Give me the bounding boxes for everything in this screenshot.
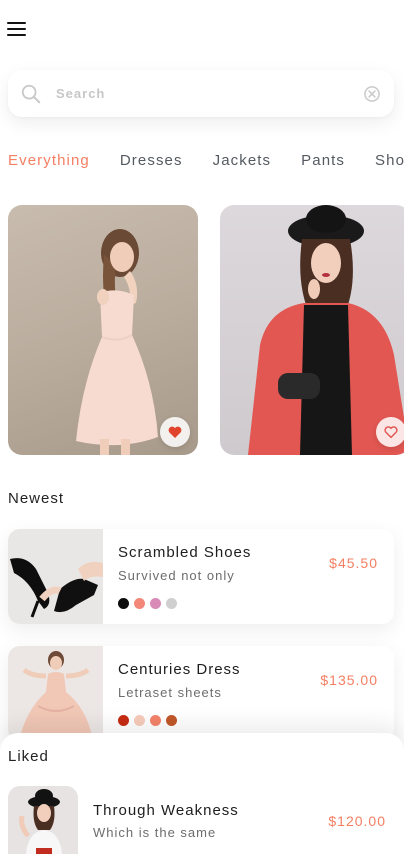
black-heels-photo: [8, 529, 103, 624]
heart-outline-icon: [384, 426, 398, 439]
color-swatch[interactable]: [166, 715, 177, 726]
woman-in-hat-photo: [8, 786, 78, 854]
tab-jackets[interactable]: Jackets: [213, 152, 272, 169]
product-thumbnail: [8, 786, 78, 854]
tab-dresses[interactable]: Dresses: [120, 152, 183, 169]
search-icon: [21, 84, 41, 103]
section-title-newest: Newest: [8, 490, 65, 507]
liked-list-item[interactable]: Through Weakness Which is the same $120.…: [8, 786, 404, 854]
tab-shoes[interactable]: Shoes: [375, 152, 404, 169]
featured-card[interactable]: [8, 205, 198, 455]
color-swatches: [118, 598, 182, 609]
product-price: $120.00: [328, 813, 386, 829]
product-thumbnail: [8, 529, 103, 624]
color-swatch[interactable]: [134, 715, 145, 726]
clear-search-icon[interactable]: [362, 84, 382, 104]
product-name: Centuries Dress: [118, 661, 241, 678]
search-input[interactable]: [56, 86, 362, 101]
color-swatches: [118, 715, 182, 726]
woman-in-red-coat-hat-photo: [248, 205, 404, 455]
favorite-button[interactable]: [376, 417, 404, 447]
menu-button[interactable]: [7, 20, 27, 36]
liked-panel[interactable]: Liked Through Weakness Which is the same…: [0, 733, 404, 854]
product-name: Through Weakness: [93, 802, 239, 819]
product-subtitle: Which is the same: [93, 825, 217, 840]
pink-dress-photo: [8, 646, 103, 741]
tab-everything[interactable]: Everything: [8, 152, 90, 169]
tab-pants[interactable]: Pants: [301, 152, 345, 169]
featured-card[interactable]: [220, 205, 404, 455]
product-subtitle: Survived not only: [118, 568, 235, 583]
section-title-liked: Liked: [8, 748, 49, 765]
list-item[interactable]: Scrambled Shoes Survived not only $45.50: [8, 529, 394, 624]
featured-carousel[interactable]: [8, 205, 404, 455]
color-swatch[interactable]: [118, 598, 129, 609]
color-swatch[interactable]: [150, 598, 161, 609]
heart-filled-icon: [168, 426, 182, 438]
color-swatch[interactable]: [134, 598, 145, 609]
category-tabs: Everything Dresses Jackets Pants Shoes: [8, 152, 404, 172]
product-price: $45.50: [329, 555, 378, 571]
color-swatch[interactable]: [166, 598, 177, 609]
hamburger-menu-icon: [7, 22, 26, 24]
search-bar: [8, 70, 394, 117]
product-price: $135.00: [320, 672, 378, 688]
color-swatch[interactable]: [118, 715, 129, 726]
product-subtitle: Letraset sheets: [118, 685, 222, 700]
product-thumbnail: [8, 646, 103, 741]
favorite-button[interactable]: [160, 417, 190, 447]
product-name: Scrambled Shoes: [118, 544, 252, 561]
list-item[interactable]: Centuries Dress Letraset sheets $135.00: [8, 646, 394, 741]
color-swatch[interactable]: [150, 715, 161, 726]
